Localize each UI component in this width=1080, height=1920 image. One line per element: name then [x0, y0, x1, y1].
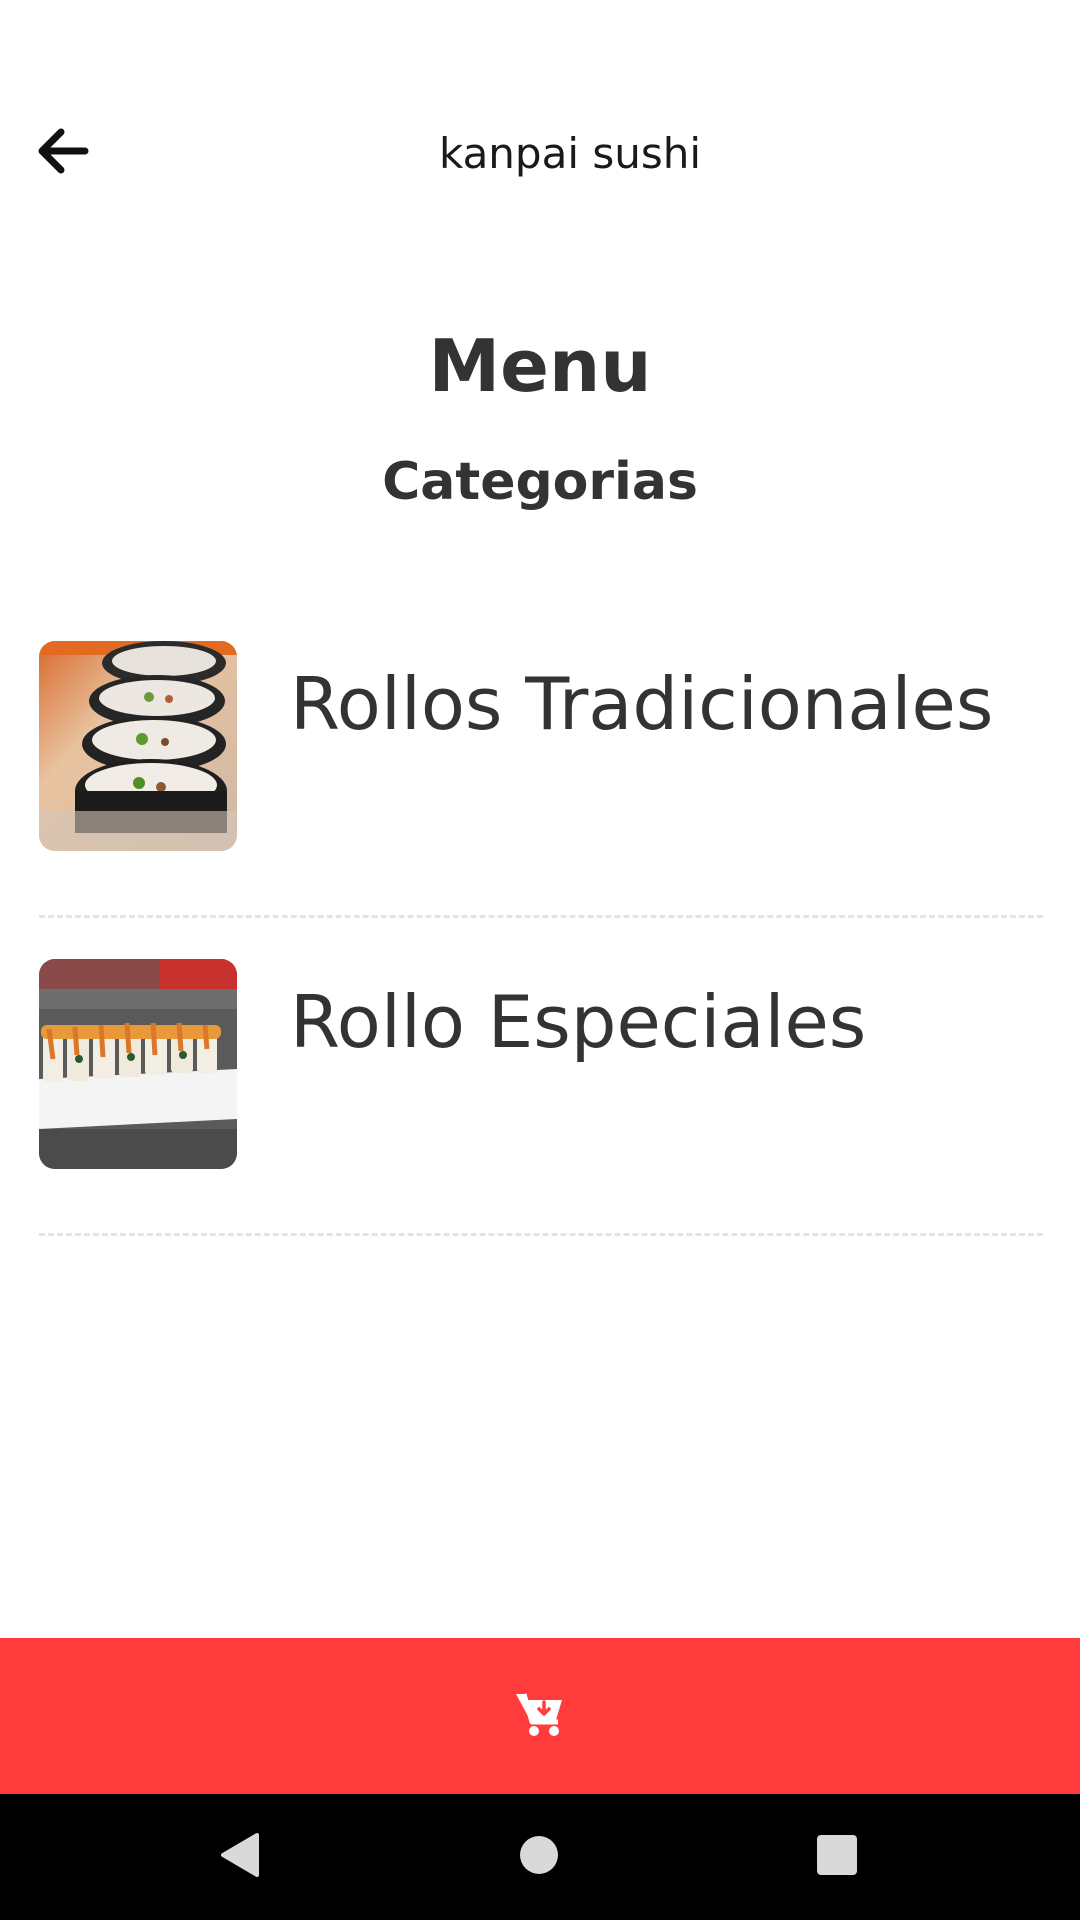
category-image-rollo-especiales	[39, 959, 237, 1169]
category-label: Rollo Especiales	[290, 980, 867, 1064]
square-recents-icon	[816, 1834, 858, 1880]
category-label: Rollos Tradicionales	[290, 662, 994, 746]
section-title: Categorias	[382, 452, 698, 512]
circle-home-icon	[519, 1835, 559, 1879]
nav-back-button[interactable]	[206, 1824, 272, 1890]
nav-recents-button[interactable]	[804, 1824, 870, 1890]
page-title: Menu	[428, 324, 652, 408]
category-item-rollos-tradicionales[interactable]: Rollos Tradicionales	[39, 600, 1043, 918]
cart-download-icon	[514, 1690, 566, 1742]
category-image-rollos-tradicionales	[39, 641, 237, 851]
nav-home-button[interactable]	[506, 1824, 572, 1890]
app-title: kanpai sushi	[438, 129, 702, 178]
category-item-rollo-especiales[interactable]: Rollo Especiales	[39, 918, 1043, 1236]
app-bar: kanpai sushi	[0, 0, 1080, 240]
system-nav-bar	[0, 1794, 1080, 1920]
triangle-back-icon	[217, 1831, 261, 1883]
cart-button[interactable]	[0, 1638, 1080, 1794]
category-list: Rollos Tradicionales Rollo Especiales	[39, 600, 1043, 1236]
